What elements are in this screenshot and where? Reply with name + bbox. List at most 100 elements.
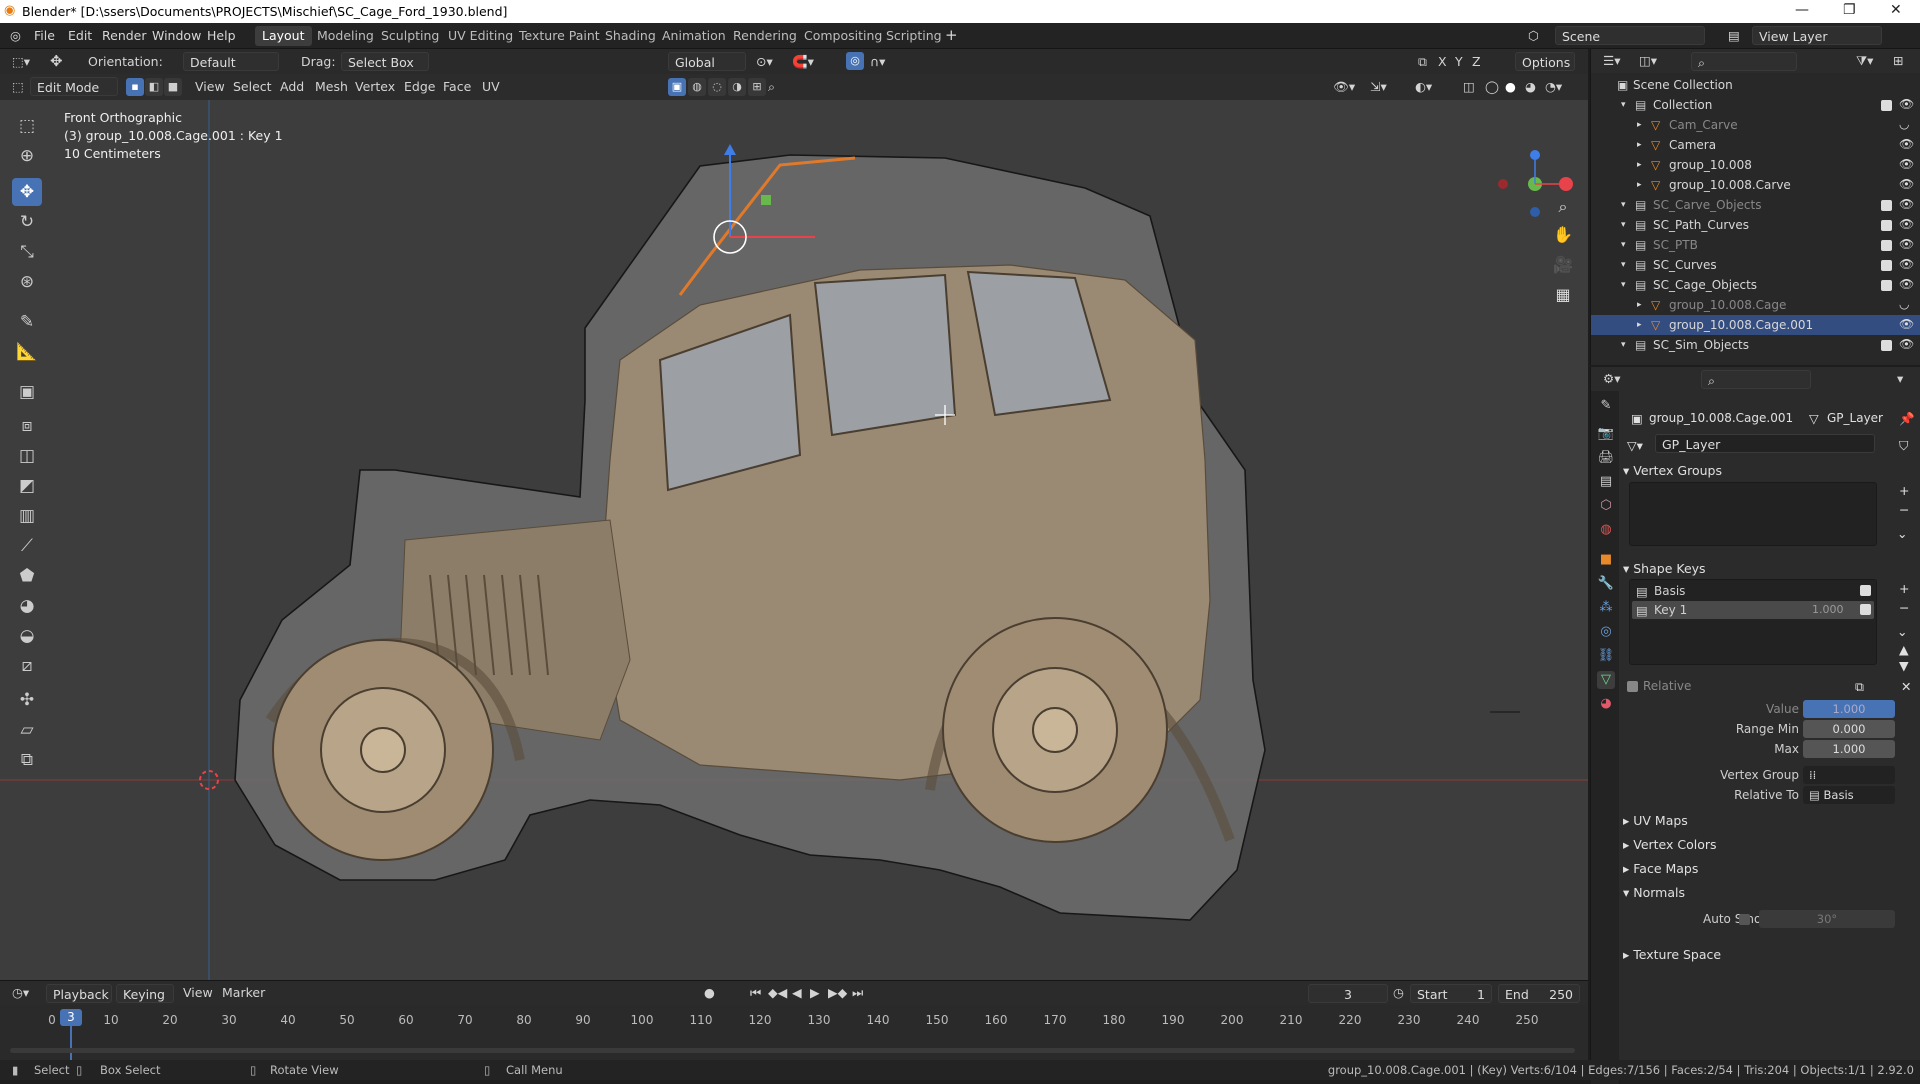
transform-orientation-dropdown[interactable]: Global <box>668 52 746 71</box>
search-icon[interactable]: ⌕ <box>768 79 775 95</box>
workspace-tab-layout[interactable]: Layout <box>255 26 312 46</box>
display-mode-icon[interactable]: ◫▾ <box>1639 53 1657 68</box>
outliner-item[interactable]: ▸ ▽ group_10.008.Carve 👁 <box>1591 175 1920 195</box>
vertex-group-field[interactable]: ⁞⁞ <box>1803 766 1895 784</box>
constraints-tab-icon[interactable]: ⛓ <box>1597 647 1615 665</box>
output-tab-icon[interactable]: 🖨 <box>1597 449 1615 467</box>
menu-select[interactable]: Select <box>233 79 272 94</box>
outliner-root[interactable]: ▣ Scene Collection <box>1591 75 1920 95</box>
vertex-colors-header[interactable]: ▸ Vertex Colors <box>1623 837 1717 852</box>
gizmo-icon[interactable]: ⇲▾ <box>1370 79 1387 94</box>
eye-icon[interactable]: 👁 <box>1899 277 1914 291</box>
outliner-item[interactable]: ▾ ▤ SC_Sim_Objects 👁 <box>1591 335 1920 355</box>
outliner-item[interactable]: ▾ ▤ SC_PTB 👁 <box>1591 235 1920 255</box>
expand-arrow-icon[interactable]: ▾ <box>1621 260 1626 270</box>
pan-hand-icon[interactable]: ✋ <box>1550 222 1576 248</box>
mesh-data-tab-icon[interactable]: ▽ <box>1597 671 1615 689</box>
expand-arrow-icon[interactable]: ▸ <box>1637 160 1642 170</box>
pin-icon[interactable]: 📌 <box>1899 411 1915 427</box>
shear-tool-icon[interactable]: ▱ <box>12 716 42 744</box>
outliner[interactable]: ☰▾ ◫▾ ⌕ ⧩▾ ⊞ ▣ Scene Collection ▾ ▤ Collec… <box>1590 49 1920 365</box>
vertex-select-icon[interactable]: ▪ <box>126 78 144 96</box>
snap-icon[interactable]: 🧲▾ <box>792 54 814 70</box>
mesh-browse-icon[interactable]: ▽▾ <box>1627 438 1643 453</box>
expand-arrow-icon[interactable]: ▾ <box>1621 280 1626 290</box>
view-layer-selector[interactable]: View Layer <box>1752 26 1882 45</box>
eye-icon[interactable]: 👁 <box>1899 157 1914 171</box>
smooth-tool-icon[interactable]: ◒ <box>12 622 42 650</box>
select-lasso-icon[interactable]: ◌ <box>708 78 726 96</box>
camera-view-icon[interactable]: 🎥 <box>1550 252 1576 278</box>
knife-tool-icon[interactable]: ⟋ <box>12 532 42 560</box>
eye-icon[interactable]: 👁 <box>1899 137 1914 151</box>
workspace-tab-texture-paint[interactable]: Texture Paint <box>512 26 607 46</box>
workspace-tab-uv-editing[interactable]: UV Editing <box>441 26 520 46</box>
render-tab-icon[interactable]: 📷 <box>1597 425 1615 443</box>
shape-key-specials-icon[interactable]: ⌄ <box>1897 624 1907 639</box>
workspace-tab-modeling[interactable]: Modeling <box>310 26 381 46</box>
properties-options-icon[interactable]: ▾ <box>1897 371 1903 386</box>
cursor-tool-icon[interactable]: ⊕ <box>12 142 42 170</box>
outliner-item[interactable]: ▾ ▤ Collection 👁 <box>1591 95 1920 115</box>
max-field[interactable]: 1.000 <box>1803 740 1895 758</box>
menu-view[interactable]: View <box>195 79 225 94</box>
edge-select-icon[interactable]: ◧ <box>145 78 163 96</box>
overlay-icon[interactable]: ◐▾ <box>1415 79 1432 94</box>
visibility-icon[interactable]: 👁▾ <box>1333 79 1355 95</box>
select-invert-icon[interactable]: ◑ <box>728 78 746 96</box>
edge-slide-tool-icon[interactable]: ⧄ <box>12 652 42 680</box>
expand-arrow-icon[interactable]: ▾ <box>1621 100 1626 110</box>
value-field[interactable]: 1.000 <box>1803 700 1895 718</box>
orientation-dropdown[interactable]: Default <box>183 52 279 71</box>
add-vertex-group-icon[interactable]: + <box>1899 483 1909 498</box>
eye-icon[interactable]: 👁 <box>1899 97 1914 111</box>
expand-arrow-icon[interactable]: ▸ <box>1637 320 1642 330</box>
outliner-item[interactable]: ▾ ▤ SC_Carve_Objects 👁 <box>1591 195 1920 215</box>
eye-icon[interactable]: 👁 <box>1899 197 1914 211</box>
mode-dropdown[interactable]: Edit Mode <box>30 77 118 96</box>
outliner-editor-icon[interactable]: ☰▾ <box>1603 53 1620 68</box>
measure-tool-icon[interactable]: 📐 <box>12 338 42 366</box>
zoom-icon[interactable]: ⌕ <box>1550 194 1576 220</box>
face-select-icon[interactable]: ■ <box>164 78 182 96</box>
outliner-item[interactable]: ▸ ▽ Camera 👁 <box>1591 135 1920 155</box>
wireframe-shading-icon[interactable]: ◯ <box>1485 79 1499 94</box>
select-circle-icon[interactable]: ◍ <box>688 78 706 96</box>
options-dropdown[interactable]: Options <box>1515 52 1575 71</box>
exclude-checkbox[interactable] <box>1881 260 1892 271</box>
move-down-icon[interactable]: ▼ <box>1899 658 1909 673</box>
menu-window[interactable]: Window <box>152 28 201 43</box>
3d-viewport[interactable]: ⬚ ⊕ ✥ ↻ ⤡ ⊛ ✎ 📐 ▣ ⧈ ◫ ◩ ▥ ⟋ ⬟ ◕ ◒ ⧄ ✣ ▱ … <box>0 100 1588 980</box>
exclude-checkbox[interactable] <box>1881 100 1892 111</box>
outliner-item[interactable]: ▸ ▽ group_10.008.Cage ◡ <box>1591 295 1920 315</box>
rotate-tool-icon[interactable]: ↻ <box>12 208 42 236</box>
select-box-tool-icon[interactable]: ⬚ <box>12 112 42 140</box>
outliner-item[interactable]: ▸ ▽ Cam_Carve ◡ <box>1591 115 1920 135</box>
filter-icon[interactable]: ⧩▾ <box>1856 53 1873 69</box>
outliner-item[interactable]: ▾ ▤ SC_Cage_Objects 👁 <box>1591 275 1920 295</box>
tool-tab-icon[interactable]: ✎ <box>1597 397 1615 415</box>
remove-shape-key-icon[interactable]: − <box>1899 600 1909 615</box>
shape-keys-header[interactable]: ▾ Shape Keys <box>1623 561 1706 576</box>
add-workspace-icon[interactable]: + <box>945 26 958 44</box>
mirror-z[interactable]: Z <box>1472 54 1481 69</box>
shape-key-lock-icon[interactable]: ⧉ <box>1855 679 1864 695</box>
modifier-tab-icon[interactable]: 🔧 <box>1597 575 1615 593</box>
scene-selector[interactable]: Scene <box>1555 26 1705 45</box>
menu-file[interactable]: File <box>34 28 55 43</box>
properties-editor[interactable]: ⚙▾ ⌕ ▾ ✎ 📷 🖨 ▤ ⬡ ◍ ■ 🔧 ⁂ ◎ ⛓ ▽ ◕ ▣ group… <box>1590 367 1920 1084</box>
exclude-checkbox[interactable] <box>1881 280 1892 291</box>
rip-tool-icon[interactable]: ⧉ <box>12 746 42 774</box>
restore-icon[interactable]: ❐ <box>1843 2 1856 18</box>
solid-shading-icon[interactable]: ● <box>1505 79 1516 94</box>
auto-smooth-angle-field[interactable]: 30° <box>1759 910 1895 928</box>
view-layer-tab-icon[interactable]: ▤ <box>1597 473 1615 491</box>
eye-icon[interactable]: 👁 <box>1899 177 1914 191</box>
poly-build-tool-icon[interactable]: ⬟ <box>12 562 42 590</box>
workspace-tab-sculpting[interactable]: Sculpting <box>374 26 446 46</box>
mesh-name-field[interactable]: GP_Layer <box>1655 434 1875 453</box>
exclude-checkbox[interactable] <box>1881 240 1892 251</box>
spin-tool-icon[interactable]: ◕ <box>12 592 42 620</box>
expand-arrow-icon[interactable]: ▾ <box>1621 200 1626 210</box>
relative-checkbox[interactable] <box>1627 681 1638 692</box>
